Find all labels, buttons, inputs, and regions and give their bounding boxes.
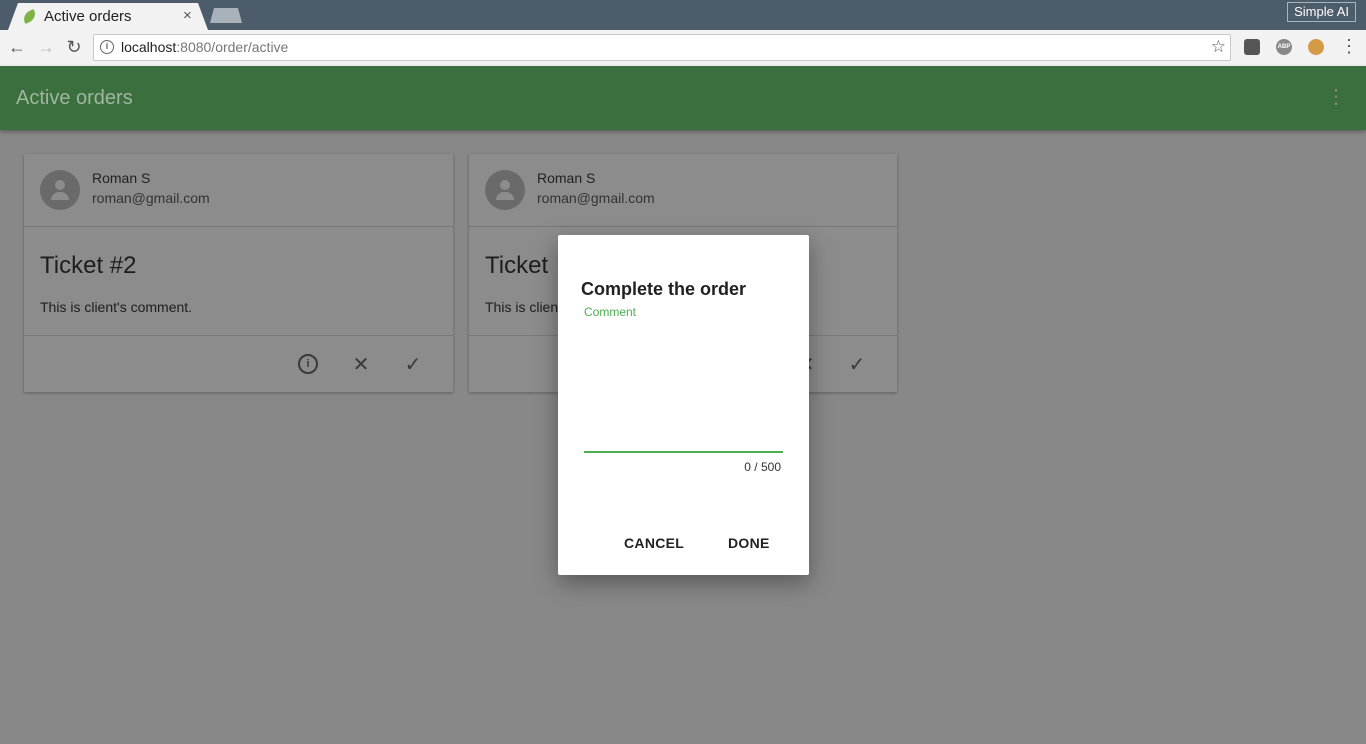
avatar <box>485 170 525 210</box>
tab-close-icon[interactable]: × <box>183 7 192 24</box>
tab-title: Active orders <box>44 8 132 25</box>
dialog-title: Complete the order <box>581 279 747 299</box>
browser-tab[interactable]: Active orders × <box>8 3 208 30</box>
avatar <box>40 170 80 210</box>
order-card: Roman S roman@gmail.com Ticket #2 This i… <box>24 154 453 392</box>
cookie-extension-icon[interactable] <box>1308 39 1324 55</box>
user-name: Roman S <box>537 170 596 186</box>
character-counter: 0 / 500 <box>744 460 781 474</box>
complete-order-dialog: Complete the order Comment 0 / 500 CANCE… <box>558 235 809 575</box>
app-bar: Active orders ⋮ <box>0 66 1366 130</box>
back-arrow-icon[interactable]: ← <box>6 37 28 58</box>
comment-textarea[interactable] <box>584 323 783 453</box>
new-tab-button[interactable] <box>210 8 242 23</box>
adblock-icon[interactable]: ABP <box>1276 39 1292 55</box>
spring-leaf-icon <box>21 9 38 24</box>
more-vert-icon[interactable]: ⋮ <box>1326 84 1346 109</box>
close-icon[interactable]: ✕ <box>349 352 373 377</box>
card-header: Roman S roman@gmail.com <box>469 154 897 227</box>
url-text: localhost:8080/order/active <box>121 39 289 55</box>
done-button[interactable]: DONE <box>728 535 770 551</box>
info-icon[interactable]: i <box>298 354 318 374</box>
ticket-title: Ticket <box>485 252 549 279</box>
comment-label: Comment <box>584 305 637 319</box>
check-icon[interactable]: ✓ <box>401 352 425 377</box>
check-icon[interactable]: ✓ <box>845 352 869 377</box>
address-bar[interactable]: i localhost:8080/order/active ☆ <box>93 34 1231 61</box>
card-actions: i ✕ ✓ <box>24 335 453 392</box>
user-email: roman@gmail.com <box>92 190 210 206</box>
page-title: Active orders <box>16 87 133 109</box>
extension-icon[interactable] <box>1244 39 1260 55</box>
profile-button[interactable]: Simple AI <box>1287 2 1356 22</box>
card-header: Roman S roman@gmail.com <box>24 154 453 227</box>
client-comment: This is clien <box>485 299 559 315</box>
user-name: Roman S <box>92 170 151 186</box>
bookmark-star-icon[interactable]: ☆ <box>1211 37 1226 57</box>
browser-menu-icon[interactable]: ⋮ <box>1340 36 1358 57</box>
user-email: roman@gmail.com <box>537 190 655 206</box>
forward-arrow-icon[interactable]: → <box>35 37 57 58</box>
browser-tabstrip: Active orders × Simple AI <box>0 0 1366 30</box>
cancel-button[interactable]: CANCEL <box>624 535 684 551</box>
reload-icon[interactable]: ↻ <box>63 37 85 58</box>
site-info-icon[interactable]: i <box>100 40 114 54</box>
client-comment: This is client's comment. <box>40 299 193 315</box>
browser-toolbar: ← → ↻ i localhost:8080/order/active ☆ AB… <box>0 30 1366 66</box>
ticket-title: Ticket #2 <box>40 252 137 279</box>
